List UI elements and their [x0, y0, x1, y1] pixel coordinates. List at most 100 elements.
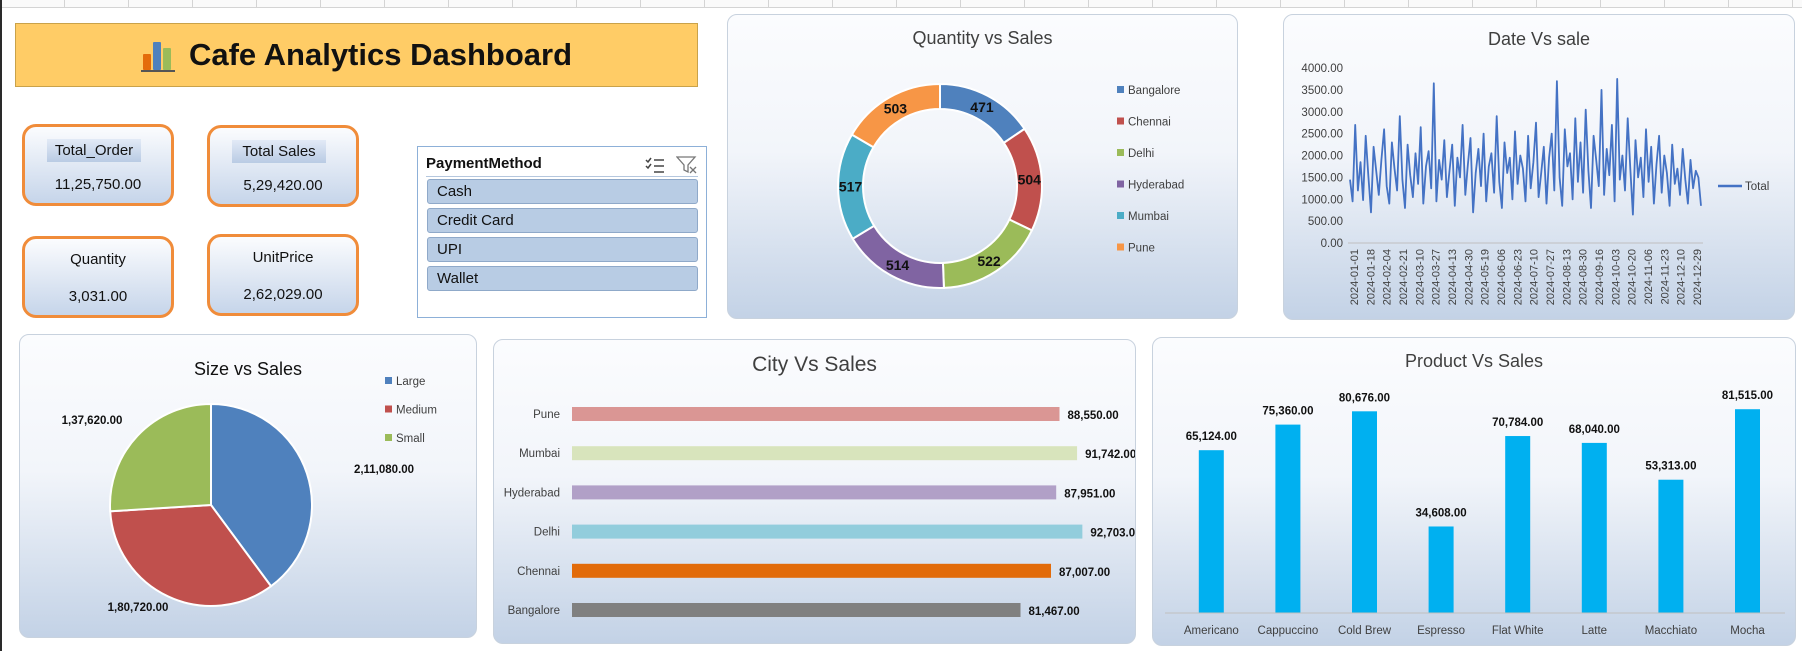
- x-tick-label: 2024-05-19: [1480, 249, 1492, 305]
- doughnut-data-label: 503: [884, 100, 908, 116]
- slicer-item-wallet[interactable]: Wallet: [427, 266, 698, 291]
- legend-swatch-mumbai: [1117, 212, 1124, 219]
- x-tick-label: 2024-11-06: [1643, 249, 1655, 304]
- clear-filter-icon[interactable]: [676, 155, 698, 175]
- bar-cappuccino: [1275, 424, 1301, 613]
- x-tick-label: Flat White: [1492, 625, 1544, 637]
- legend-swatch-medium: [385, 405, 392, 413]
- x-tick-label: Latte: [1582, 625, 1608, 637]
- x-tick-label: Macchiato: [1645, 625, 1697, 637]
- column-plot: 65,124.00 Americano 75,360.00 Cappuccino 80,…: [1165, 390, 1785, 637]
- x-tick-label: 2024-07-10: [1529, 249, 1541, 305]
- x-tick-label: 2024-03-27: [1431, 249, 1443, 305]
- pie-data-label: 1,80,720.00: [108, 602, 169, 614]
- bar-data-label: 70,784.00: [1492, 417, 1543, 429]
- bar-data-label: 88,550.00: [1068, 410, 1119, 422]
- x-tick-label: 2024-01-18: [1365, 249, 1377, 305]
- bar-data-label: 92,703.00: [1090, 528, 1136, 540]
- dashboard-title: Cafe Analytics Dashboard: [188, 37, 573, 72]
- x-tick-label: 2024-10-20: [1627, 249, 1639, 305]
- doughnut-data-label: 514: [886, 257, 910, 273]
- legend-label-chennai: Chennai: [1128, 117, 1171, 129]
- y-tick-label: 1000.00: [1301, 194, 1343, 206]
- legend-label-mumbai: Mumbai: [1128, 211, 1169, 223]
- x-tick-label: Espresso: [1417, 625, 1465, 637]
- kpi-label: Quantity: [70, 251, 126, 268]
- city-vs-sales-chart[interactable]: City Vs Sales Pune 88,550.00 Mumbai 91,742.…: [493, 339, 1136, 644]
- y-tick-label: 2000.00: [1301, 151, 1343, 163]
- x-tick-label: 2024-11-23: [1659, 249, 1671, 304]
- kpi-value: 5,29,420.00: [243, 177, 323, 194]
- x-tick-label: Mocha: [1730, 625, 1765, 637]
- payment-method-slicer: PaymentMethod Cash Credit Card UPI Walle…: [417, 146, 707, 318]
- legend-label-pune: Pune: [1128, 243, 1155, 255]
- slicer-item-cash[interactable]: Cash: [427, 179, 698, 204]
- legend-swatch-pune: [1117, 243, 1124, 251]
- bar-latte: [1581, 442, 1607, 613]
- x-tick-label: Americano: [1184, 625, 1239, 637]
- kpi-value: 2,62,029.00: [243, 286, 323, 303]
- slicer-title: PaymentMethod: [426, 155, 542, 172]
- bar-mumbai: [572, 446, 1078, 461]
- y-tick-label: Bangalore: [508, 605, 560, 617]
- quantity-vs-sales-chart[interactable]: Quantity vs Sales 471 504 522 514 517 503 Bang…: [727, 14, 1238, 319]
- x-tick-label: 2024-07-27: [1545, 249, 1557, 305]
- x-tick-label: 2024-06-06: [1496, 249, 1508, 305]
- bar-macchiato: [1658, 479, 1684, 613]
- legend-swatch-delhi: [1117, 149, 1124, 156]
- series-line-total: [1349, 78, 1702, 216]
- legend-swatch-small: [385, 434, 392, 441]
- slicer-item-credit-card[interactable]: Credit Card: [427, 208, 698, 233]
- legend-swatch-chennai: [1117, 117, 1124, 125]
- bar-flat-white: [1505, 436, 1531, 613]
- x-tick-label: 2024-03-10: [1414, 249, 1426, 305]
- kpi-total-order-card: Total_Order 11,25,750.00: [22, 124, 174, 206]
- legend-label-total: Total: [1745, 181, 1769, 193]
- x-tick-label: 2024-04-30: [1463, 249, 1475, 305]
- bar-data-label: 87,007.00: [1059, 567, 1110, 579]
- hbar-plot: Pune 88,550.00 Mumbai 91,742.00 Hyderabad 87,…: [504, 407, 1136, 618]
- pie-slice-small: [109, 402, 212, 513]
- y-tick-label: 3500.00: [1301, 85, 1343, 97]
- size-vs-sales-chart[interactable]: Size vs Sales 2,11,080.00 1,80,720.00 1,37…: [19, 334, 477, 638]
- bar-delhi: [572, 524, 1083, 539]
- bar-cold-brew: [1352, 411, 1377, 613]
- date-vs-sale-chart[interactable]: Date Vs sale 4000.00 3500.00 3000.00 2500.0…: [1283, 14, 1795, 320]
- bar-data-label: 53,313.00: [1645, 461, 1696, 473]
- bar-data-label: 91,742.00: [1085, 449, 1136, 461]
- multi-select-icon[interactable]: [644, 155, 666, 175]
- kpi-value: 3,031.00: [68, 288, 128, 305]
- bar-americano: [1198, 450, 1224, 613]
- y-tick-label: 0.00: [1321, 238, 1343, 250]
- doughnut-data-label: 504: [1018, 172, 1042, 188]
- y-tick-label: Pune: [533, 409, 560, 421]
- kpi-label: Total Sales: [232, 140, 326, 163]
- bar-data-label: 75,360.00: [1262, 406, 1313, 418]
- sheet-gridlines: [0, 0, 1802, 8]
- legend-swatch-bangalore: [1117, 86, 1124, 93]
- kpi-quantity-card: Quantity 3,031.00: [22, 236, 174, 318]
- y-tick-label: Mumbai: [519, 448, 560, 460]
- bar-data-label: 68,040.00: [1569, 424, 1620, 436]
- legend-swatch-hyderabad: [1117, 180, 1124, 188]
- doughnut-data-label: 522: [977, 253, 1001, 269]
- bar-data-label: 65,124.00: [1186, 431, 1237, 443]
- doughnut-data-label: 517: [839, 179, 863, 195]
- bar-chart-icon: [140, 38, 175, 72]
- y-tick-label: Chennai: [517, 566, 560, 578]
- product-vs-sales-chart[interactable]: Product Vs Sales 65,124.00 Americano 75,36…: [1152, 337, 1796, 646]
- bar-pune: [572, 407, 1060, 421]
- y-tick-label: 3000.00: [1301, 107, 1343, 119]
- y-tick-label: 2500.00: [1301, 129, 1343, 141]
- legend-label-bangalore: Bangalore: [1128, 85, 1180, 97]
- kpi-label: Total_Order: [47, 139, 141, 162]
- x-tick-label: 2024-10-03: [1610, 249, 1622, 305]
- x-tick-label: 2024-01-01: [1349, 249, 1361, 305]
- slicer-item-upi[interactable]: UPI: [427, 237, 698, 262]
- line-plot: 4000.00 3500.00 3000.00 2500.00 2000.00 1500.…: [1301, 63, 1769, 305]
- kpi-total-sales-card: Total Sales 5,29,420.00: [207, 125, 359, 207]
- x-tick-label: 2024-02-21: [1398, 249, 1410, 305]
- kpi-unit-price-card: UnitPrice 2,62,029.00: [207, 234, 359, 316]
- kpi-label: UnitPrice: [252, 249, 314, 266]
- pie-data-label: 1,37,620.00: [62, 415, 123, 427]
